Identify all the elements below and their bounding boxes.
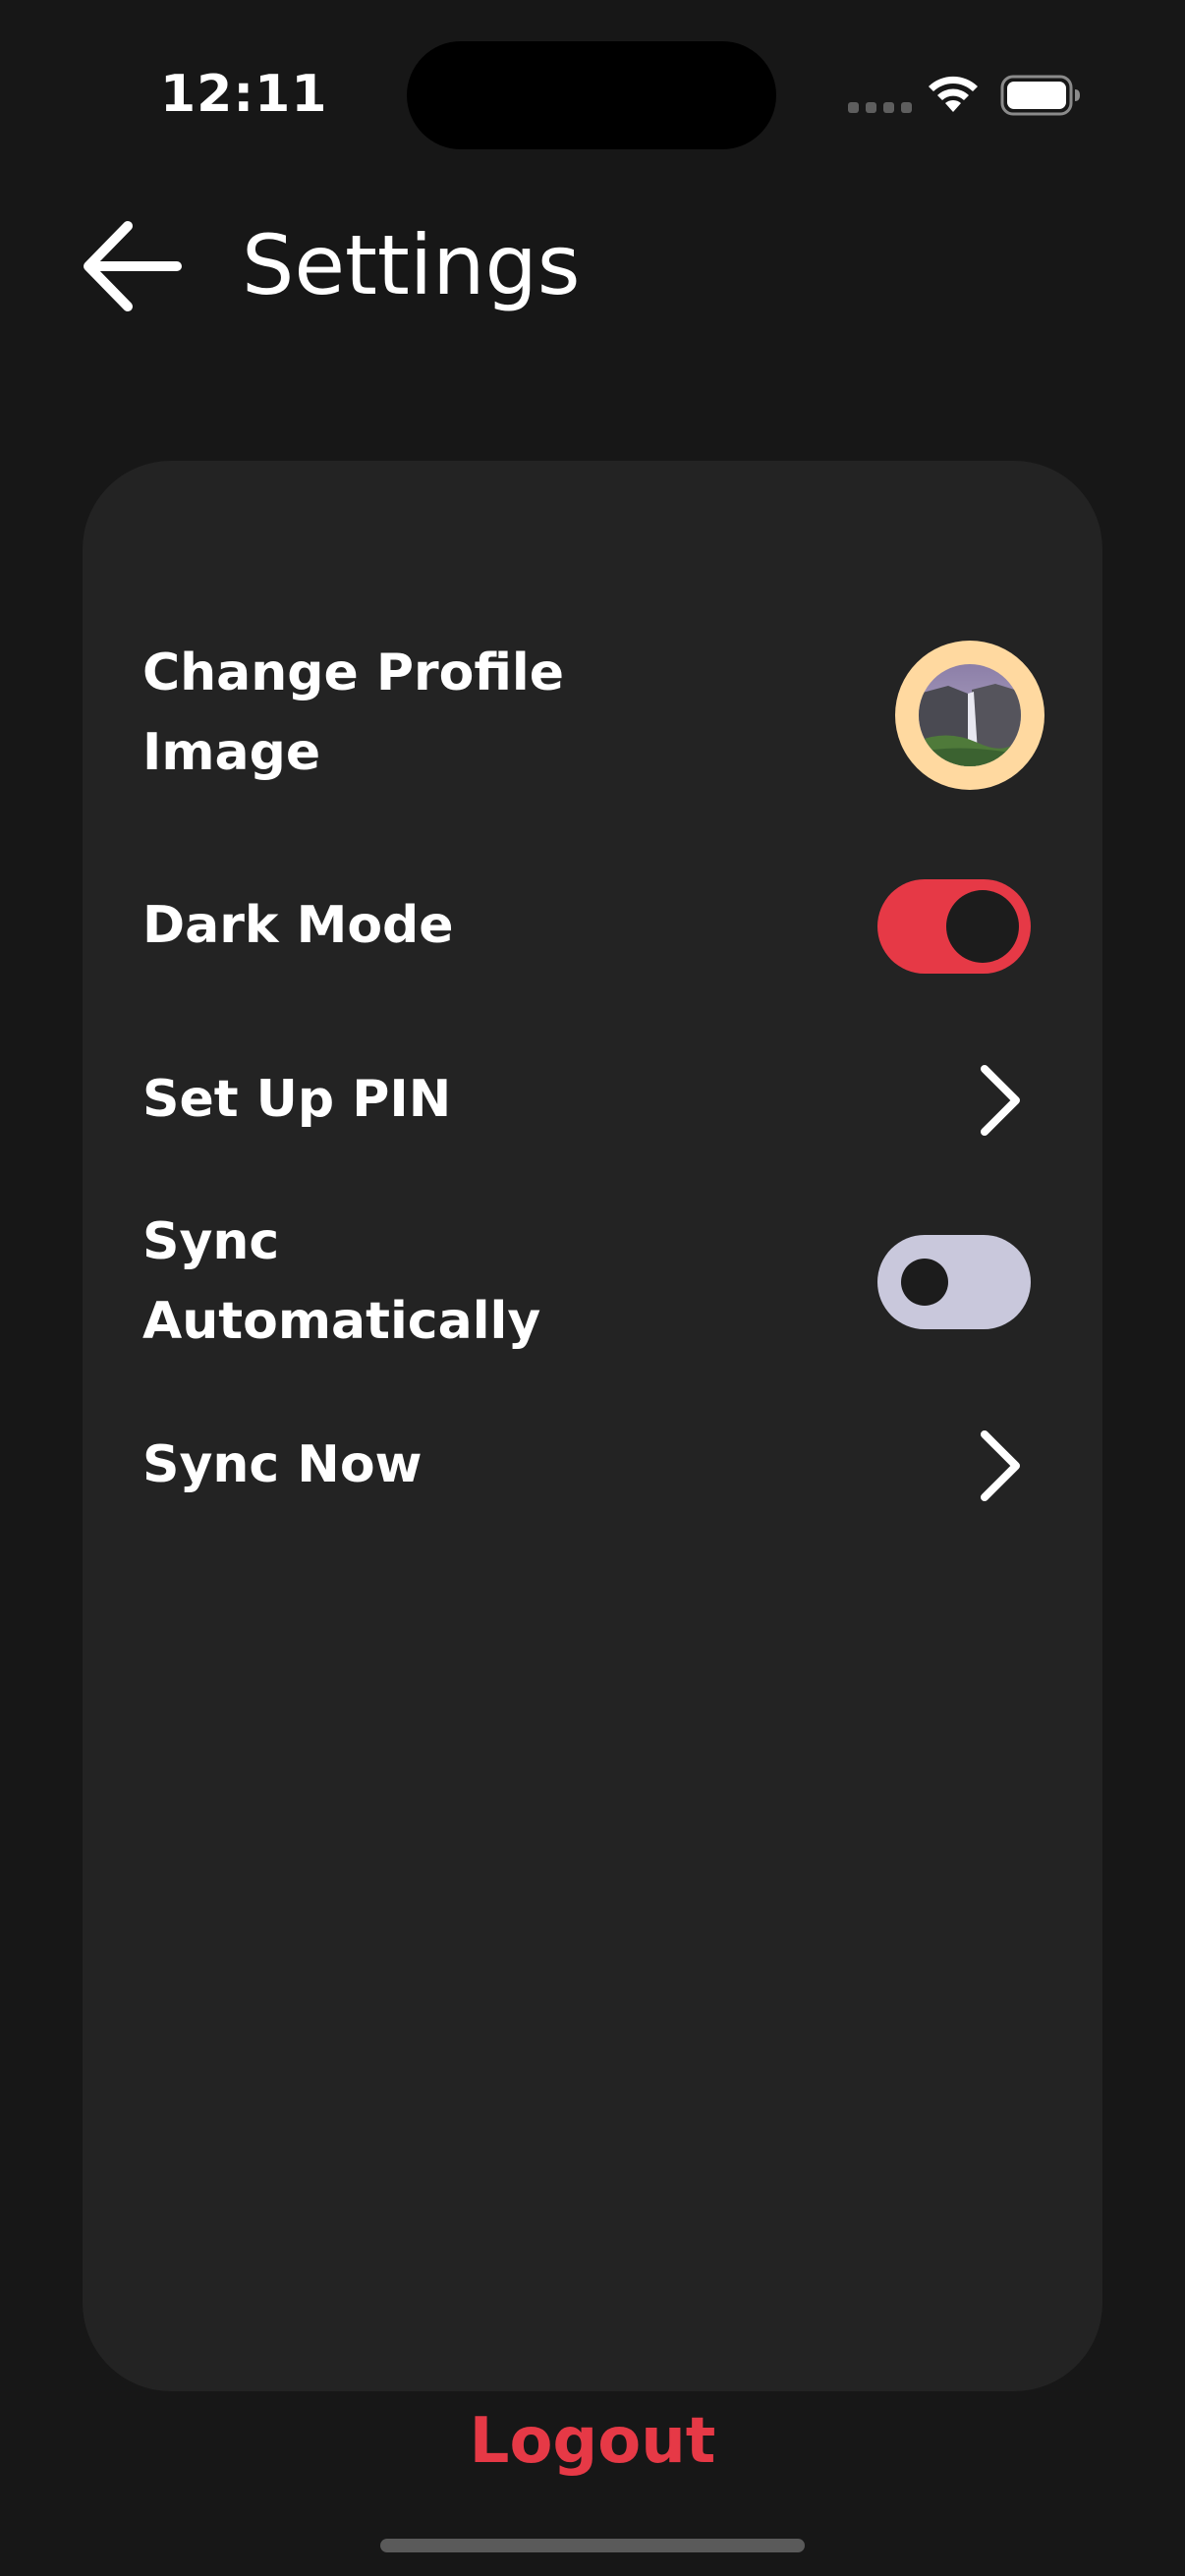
back-button[interactable] <box>79 212 187 320</box>
status-time: 12:11 <box>160 65 328 124</box>
settings-row-sync-now[interactable]: Sync Now <box>142 1426 1046 1505</box>
chevron-right-icon[interactable] <box>971 1427 1030 1505</box>
toggle-knob <box>901 1259 948 1306</box>
settings-row-label: Sync Automatically <box>142 1212 541 1351</box>
dark-mode-toggle[interactable] <box>877 879 1031 974</box>
cellular-signal-icon <box>848 102 912 113</box>
battery-icon <box>1000 75 1080 116</box>
profile-image <box>919 664 1021 766</box>
settings-row-label: Dark Mode <box>142 896 454 955</box>
page-title: Settings <box>242 217 581 313</box>
settings-row-label: Change Profile Image <box>142 644 564 782</box>
logout-button[interactable]: Logout <box>396 2397 789 2486</box>
wifi-icon <box>929 76 978 112</box>
settings-row-label: Sync Now <box>142 1435 423 1494</box>
settings-row-label: Set Up PIN <box>142 1070 452 1129</box>
arrow-left-icon <box>84 221 182 311</box>
home-indicator[interactable] <box>380 2539 805 2552</box>
status-bar: 12:11 <box>0 0 1185 187</box>
settings-row-set-up-pin[interactable]: Set Up PIN <box>142 1060 1046 1140</box>
avatar[interactable] <box>895 641 1044 790</box>
chevron-right-icon[interactable] <box>971 1061 1030 1140</box>
dynamic-island <box>407 41 776 149</box>
sync-automatically-toggle[interactable] <box>877 1235 1031 1329</box>
toggle-knob <box>946 890 1019 963</box>
